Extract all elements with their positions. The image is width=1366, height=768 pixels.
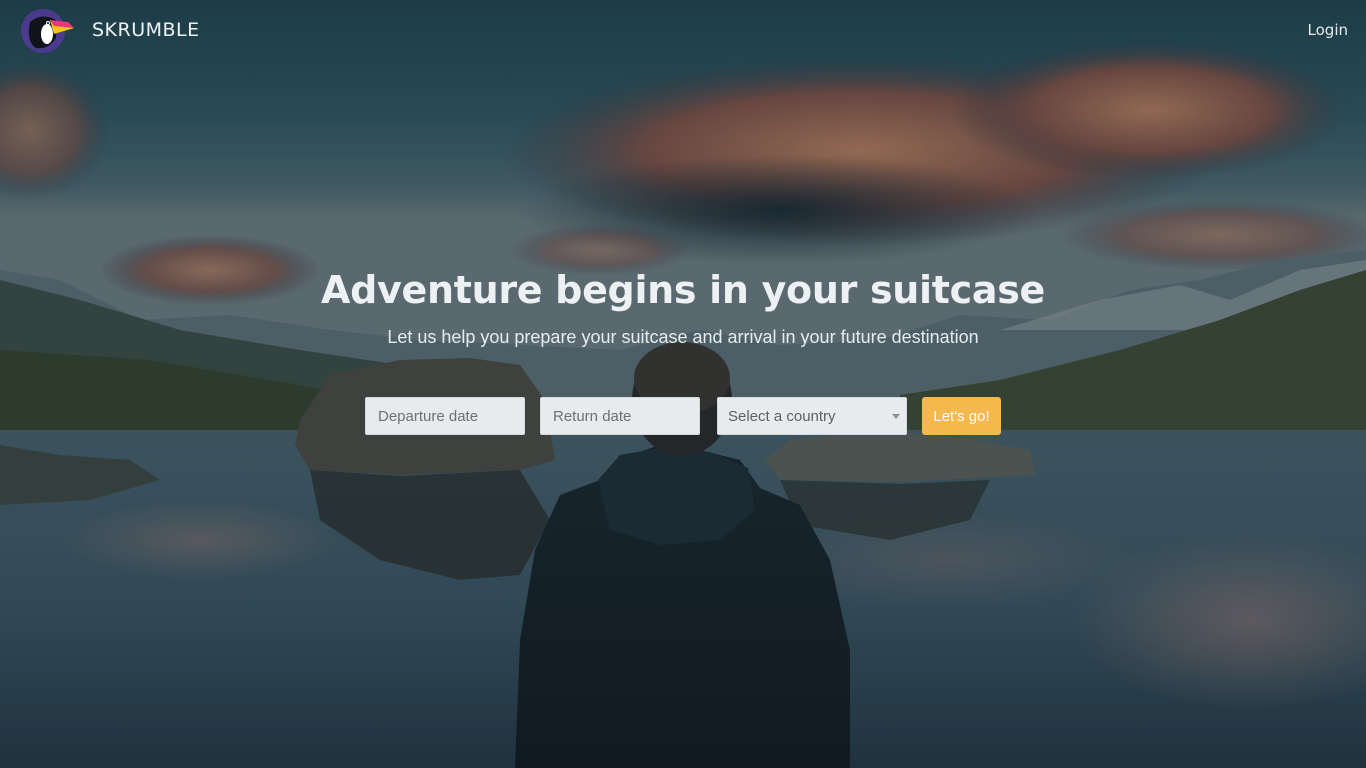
country-select-value: Select a country <box>728 407 836 425</box>
departure-date-input[interactable] <box>365 397 525 435</box>
login-link[interactable]: Login <box>1308 21 1348 39</box>
trip-search-form: Select a country Let's go! <box>0 397 1366 435</box>
toucan-logo-icon[interactable] <box>20 8 76 54</box>
background-dim-overlay <box>0 0 1366 768</box>
hero-subtitle: Let us help you prepare your suitcase an… <box>387 327 979 347</box>
caret-down-icon <box>892 414 900 419</box>
top-navbar: SKRUMBLE Login <box>0 0 1366 62</box>
brand-name[interactable]: SKRUMBLE <box>92 19 200 41</box>
country-select[interactable]: Select a country <box>717 397 907 435</box>
lets-go-button[interactable]: Let's go! <box>922 397 1001 435</box>
hero-title: Adventure begins in your suitcase <box>321 268 1045 312</box>
return-date-input[interactable] <box>540 397 700 435</box>
landing-page: SKRUMBLE Login Adventure begins in your … <box>0 0 1366 768</box>
